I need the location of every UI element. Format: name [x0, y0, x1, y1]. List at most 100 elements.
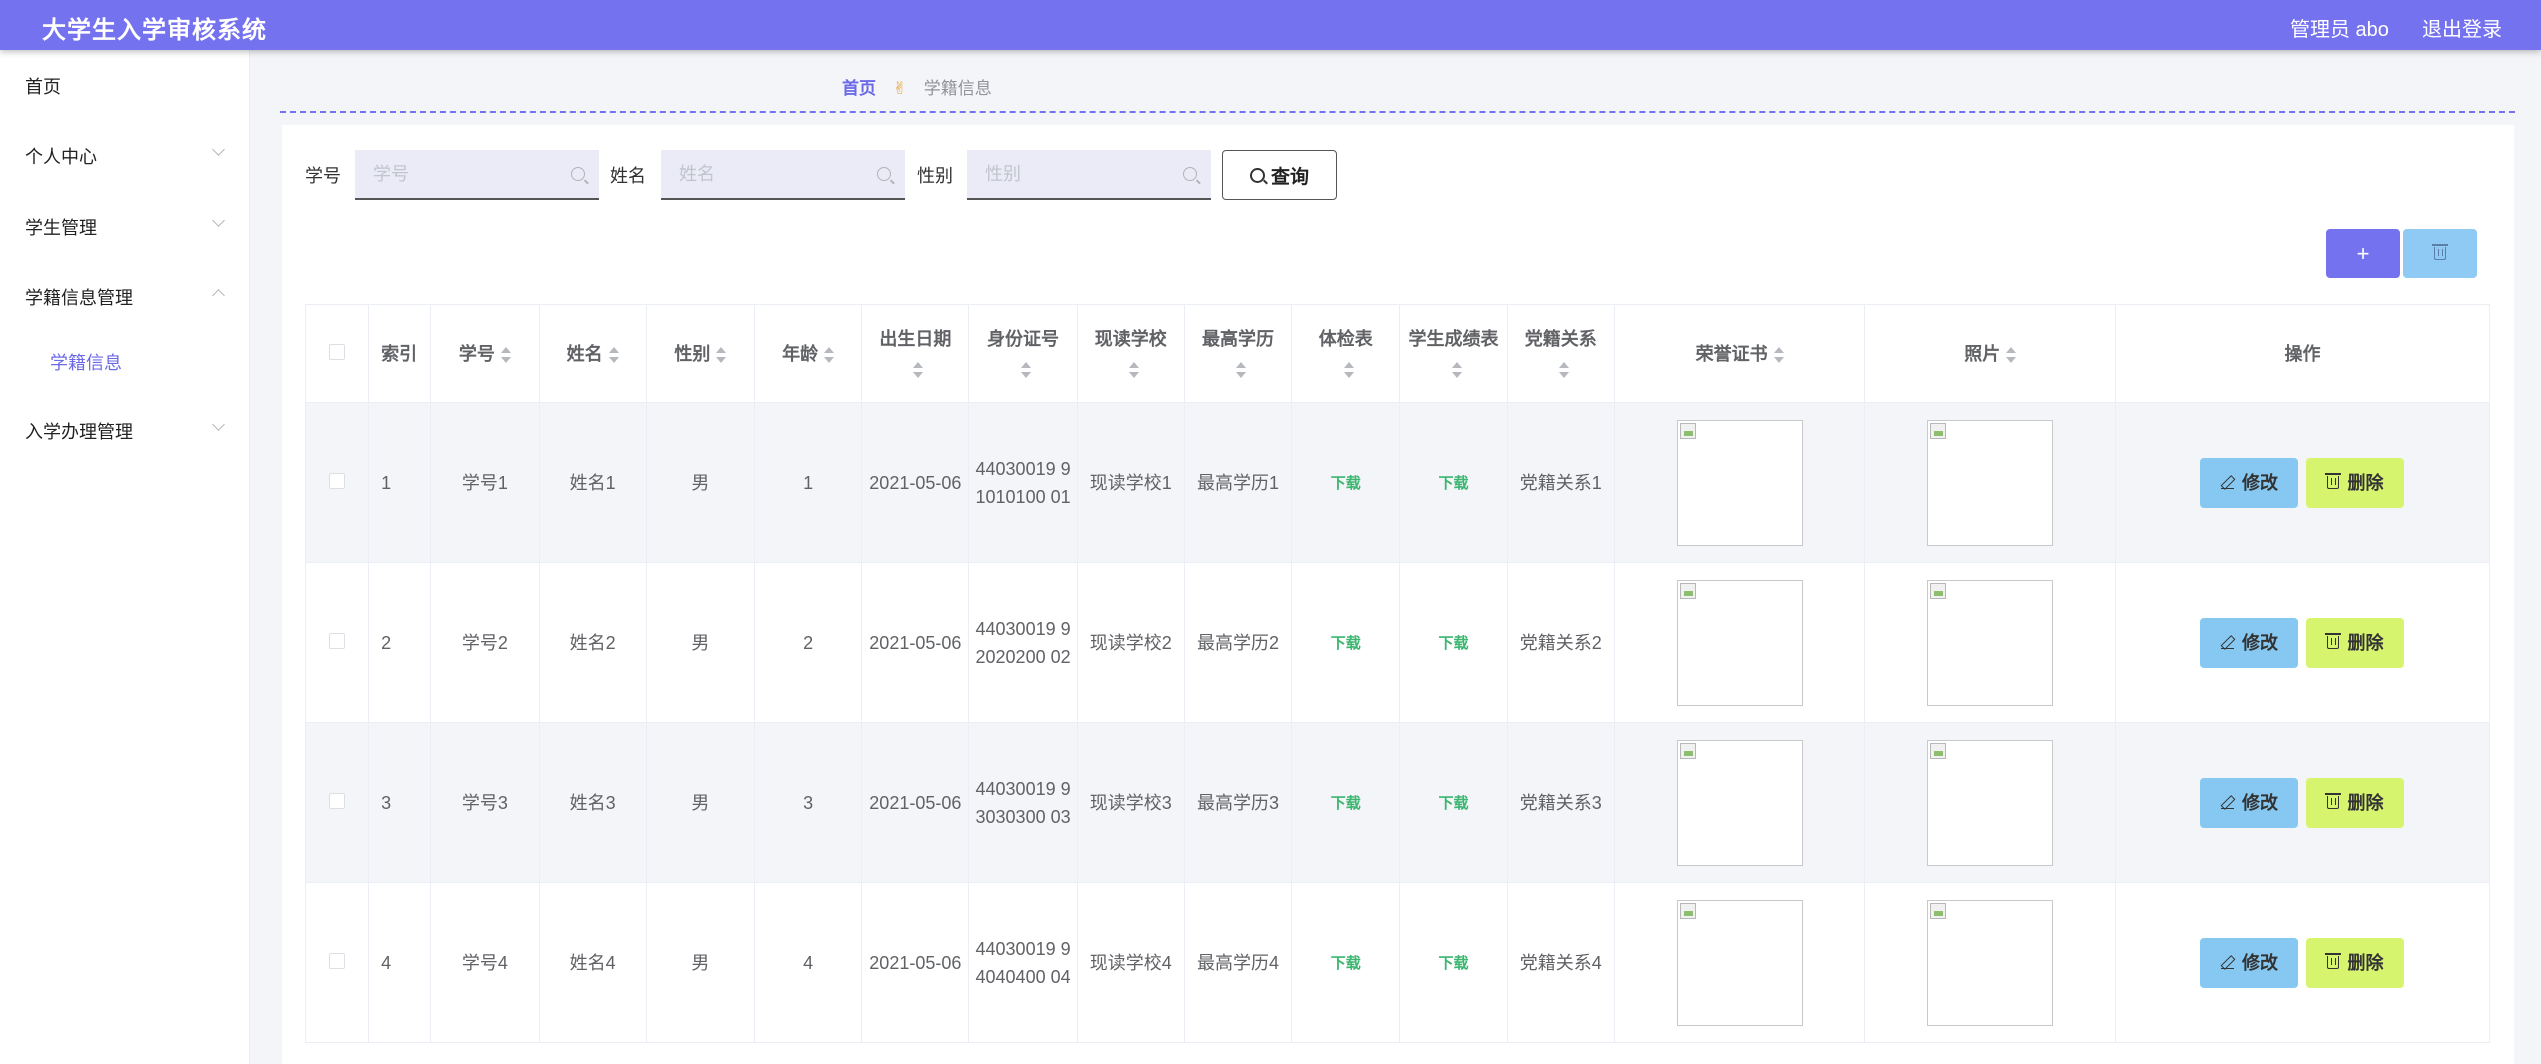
search-input-xuehao[interactable]: [355, 150, 599, 198]
trash-icon: [2432, 244, 2448, 260]
sort-icon[interactable]: [1343, 361, 1354, 378]
cell-birth: 2021-05-06: [861, 722, 970, 883]
photo-image[interactable]: [1927, 579, 2054, 706]
row-checkbox[interactable]: [329, 632, 346, 649]
search-label-xuehao: 学号: [305, 166, 341, 186]
query-button[interactable]: 查询: [1222, 150, 1337, 200]
photo-image[interactable]: [1927, 899, 2054, 1026]
table-row: 4 学号4 姓名4 男 4 2021-05-06 44030019 94040400 04 现…: [305, 882, 2490, 1043]
delete-button[interactable]: 删除: [2306, 777, 2405, 828]
physical-exam-download-link[interactable]: 下载: [1331, 635, 1361, 652]
edit-button[interactable]: 修改: [2200, 937, 2299, 988]
sidebar-item-student-management[interactable]: 学生管理: [25, 214, 97, 240]
edit-button[interactable]: 修改: [2200, 617, 2299, 668]
sort-icon[interactable]: [1451, 361, 1462, 378]
sort-icon[interactable]: [608, 346, 619, 363]
search-input-gender-wrap: [967, 150, 1211, 200]
sort-icon[interactable]: [500, 346, 511, 363]
sort-icon[interactable]: [913, 361, 924, 378]
cell-age: 3: [753, 722, 863, 883]
delete-button[interactable]: 删除: [2306, 617, 2405, 668]
sidebar-item-status-management[interactable]: 学籍信息管理: [25, 284, 133, 310]
sort-icon[interactable]: [716, 346, 727, 363]
search-icon: [571, 167, 585, 181]
edit-icon: [2220, 796, 2234, 809]
col-header-label: 党籍关系: [1524, 328, 1597, 349]
sort-icon[interactable]: [1773, 346, 1784, 363]
table-row: 1 学号1 姓名1 男 1 2021-05-06 44030019 91010100 01 现…: [305, 402, 2490, 563]
col-header-gender[interactable]: 性别: [645, 304, 755, 403]
cell-school: 现读学校1: [1076, 402, 1185, 563]
edit-button[interactable]: 修改: [2200, 457, 2299, 508]
broken-image-icon: [1679, 902, 1696, 919]
cell-party: 党籍关系4: [1506, 882, 1615, 1043]
col-header-name[interactable]: 姓名: [538, 304, 647, 403]
cell-idcard: 44030019 94040400 04: [968, 882, 1078, 1043]
col-header-grades[interactable]: 学生成绩表: [1399, 304, 1508, 403]
breadcrumb-home[interactable]: 首页: [842, 79, 876, 98]
sidebar-item-home[interactable]: 首页: [25, 73, 61, 99]
delete-button-label: 删除: [2347, 792, 2384, 813]
plus-icon: +: [2356, 240, 2370, 266]
col-header-school[interactable]: 现读学校: [1076, 304, 1185, 403]
edit-button-label: 修改: [2241, 472, 2278, 493]
grades-download-link[interactable]: 下载: [1439, 955, 1469, 972]
current-user: 管理员 abo: [2290, 19, 2389, 41]
delete-button[interactable]: 删除: [2306, 457, 2405, 508]
search-input-name[interactable]: [661, 150, 905, 198]
cell-name: 姓名4: [538, 882, 647, 1043]
sidebar-item-personal-center[interactable]: 个人中心: [25, 143, 97, 169]
photo-image[interactable]: [1927, 739, 2054, 866]
row-checkbox[interactable]: [329, 472, 346, 489]
physical-exam-download-link[interactable]: 下载: [1331, 955, 1361, 972]
row-checkbox[interactable]: [329, 792, 346, 809]
honor-certificate-image[interactable]: [1676, 739, 1803, 866]
broken-image-icon: [1679, 742, 1696, 759]
col-header-honor[interactable]: 荣誉证书: [1613, 304, 1866, 403]
add-button[interactable]: +: [2326, 229, 2400, 278]
table-row: 3 学号3 姓名3 男 3 2021-05-06 44030019 93030300 03 现…: [305, 722, 2490, 883]
col-header-physical[interactable]: 体检表: [1291, 304, 1401, 403]
select-all-checkbox[interactable]: [329, 343, 346, 360]
grades-download-link[interactable]: 下载: [1439, 635, 1469, 652]
honor-certificate-image[interactable]: [1676, 419, 1803, 546]
col-header-edu[interactable]: 最高学历: [1183, 304, 1293, 403]
honor-certificate-image[interactable]: [1676, 899, 1803, 1026]
sidebar: 首页 个人中心 学生管理 学籍信息管理 学籍信息 入学办理管理: [0, 50, 250, 1064]
sidebar-subitem-status-info[interactable]: 学籍信息: [50, 349, 122, 375]
cell-idcard: 44030019 93030300 03: [968, 722, 1078, 883]
photo-image[interactable]: [1927, 419, 2054, 546]
sort-icon[interactable]: [1021, 361, 1032, 378]
col-header-party[interactable]: 党籍关系: [1506, 304, 1615, 403]
physical-exam-download-link[interactable]: 下载: [1331, 475, 1361, 492]
cell-idcard: 44030019 92020200 02: [968, 562, 1078, 723]
row-checkbox[interactable]: [329, 952, 346, 969]
sort-icon[interactable]: [1128, 361, 1139, 378]
col-header-age[interactable]: 年龄: [753, 304, 863, 403]
col-header-photo[interactable]: 照片: [1864, 304, 2116, 403]
sort-icon[interactable]: [1236, 361, 1247, 378]
sidebar-item-enrollment-management[interactable]: 入学办理管理: [25, 418, 133, 444]
sort-icon[interactable]: [1558, 361, 1569, 378]
sort-icon[interactable]: [2006, 346, 2017, 363]
delete-button[interactable]: 删除: [2306, 937, 2405, 988]
grades-download-link[interactable]: 下载: [1439, 475, 1469, 492]
sort-icon[interactable]: [824, 346, 835, 363]
col-header-xuehao[interactable]: 学号: [430, 304, 540, 403]
cell-party: 党籍关系1: [1506, 402, 1615, 563]
cell-idcard: 44030019 91010100 01: [968, 402, 1078, 563]
cell-index: 1: [368, 402, 432, 563]
col-header-label: 身份证号: [987, 328, 1060, 349]
honor-certificate-image[interactable]: [1676, 579, 1803, 706]
search-input-name-wrap: [661, 150, 905, 200]
col-header-label: 照片: [1964, 343, 2001, 364]
edit-button[interactable]: 修改: [2200, 777, 2299, 828]
batch-delete-button[interactable]: [2403, 229, 2477, 278]
col-header-idcard[interactable]: 身份证号: [968, 304, 1078, 403]
search-input-gender[interactable]: [967, 150, 1211, 198]
col-header-birth[interactable]: 出生日期: [861, 304, 970, 403]
physical-exam-download-link[interactable]: 下载: [1331, 795, 1361, 812]
logout-link[interactable]: 退出登录: [2422, 13, 2502, 42]
chevron-up-icon: [212, 289, 225, 302]
grades-download-link[interactable]: 下载: [1439, 795, 1469, 812]
